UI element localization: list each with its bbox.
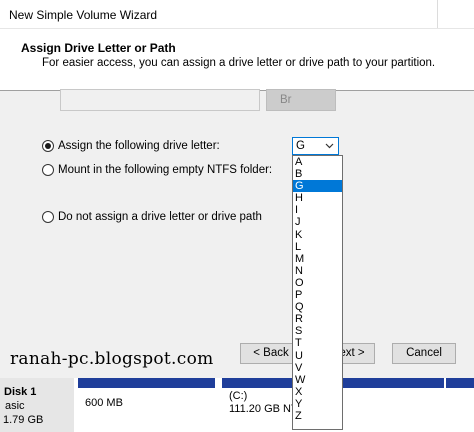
drive-letter-option[interactable]: R [293,313,342,325]
page-subtitle: For easier access, you can assign a driv… [42,57,436,69]
drive-letter-select[interactable]: G [292,137,339,155]
drive-letter-dropdown[interactable]: ABGHIJKLMNOPQRSTUVWXYZ [292,155,343,430]
drive-letter-option[interactable]: N [293,265,342,277]
drive-letter-option[interactable]: J [293,216,342,228]
drive-letter-option[interactable]: U [293,350,342,362]
assign-letter-radio[interactable] [42,140,54,152]
wizard-body [0,91,474,378]
disk-management-strip: Disk 1 asic 1.79 GB 600 MB (C:) 111.20 G… [0,378,474,432]
disk-name: Disk 1 [4,386,37,398]
disk-size: 1.79 GB [3,414,44,426]
wizard-header: Assign Drive Letter or Path For easier a… [0,29,474,91]
drive-letter-option[interactable]: K [293,229,342,241]
drive-letter-option[interactable]: Q [293,301,342,313]
folder-path-input [60,89,260,111]
drive-letter-option[interactable]: W [293,374,342,386]
drive-letter-option[interactable]: Y [293,398,342,410]
drive-letter-option[interactable]: G [293,180,342,193]
title-bar: New Simple Volume Wizard [0,0,474,29]
watermark: ranah-pc.blogspot.com [10,349,214,369]
drive-letter-value: G [296,140,305,152]
drive-letter-option[interactable]: L [293,241,342,253]
drive-letter-option[interactable]: V [293,362,342,374]
drive-letter-option[interactable]: M [293,253,342,265]
cancel-button[interactable]: Cancel [392,343,456,364]
no-letter-label: Do not assign a drive letter or drive pa… [58,211,262,223]
mount-folder-label: Mount in the following empty NTFS folder… [58,164,273,176]
partition-1-size: 600 MB [85,397,123,409]
option-assign-letter[interactable]: Assign the following drive letter: [42,140,220,152]
disk-info: Disk 1 asic 1.79 GB [0,378,74,432]
assign-letter-label: Assign the following drive letter: [58,140,220,152]
drive-letter-option[interactable]: T [293,337,342,349]
drive-letter-option[interactable]: S [293,325,342,337]
partition-1[interactable]: 600 MB [78,378,218,432]
drive-letter-option[interactable]: H [293,192,342,204]
drive-letter-option[interactable]: B [293,168,342,180]
no-letter-radio[interactable] [42,211,54,223]
window-title: New Simple Volume Wizard [9,8,158,22]
drive-letter-option[interactable]: I [293,204,342,216]
option-mount-folder[interactable]: Mount in the following empty NTFS folder… [42,164,272,176]
disk-type: asic [5,400,25,412]
drive-letter-option[interactable]: O [293,277,342,289]
drive-letter-option[interactable]: X [293,386,342,398]
partition-3[interactable] [446,378,474,432]
chevron-down-icon [325,143,334,149]
window-close-button[interactable] [437,0,474,28]
browse-button: Br [266,89,336,111]
page-title: Assign Drive Letter or Path [21,41,176,55]
drive-letter-option[interactable]: A [293,156,342,168]
drive-letter-option[interactable]: Z [293,410,342,422]
mount-folder-radio[interactable] [42,164,54,176]
drive-letter-option[interactable]: P [293,289,342,301]
option-no-letter[interactable]: Do not assign a drive letter or drive pa… [42,211,262,223]
